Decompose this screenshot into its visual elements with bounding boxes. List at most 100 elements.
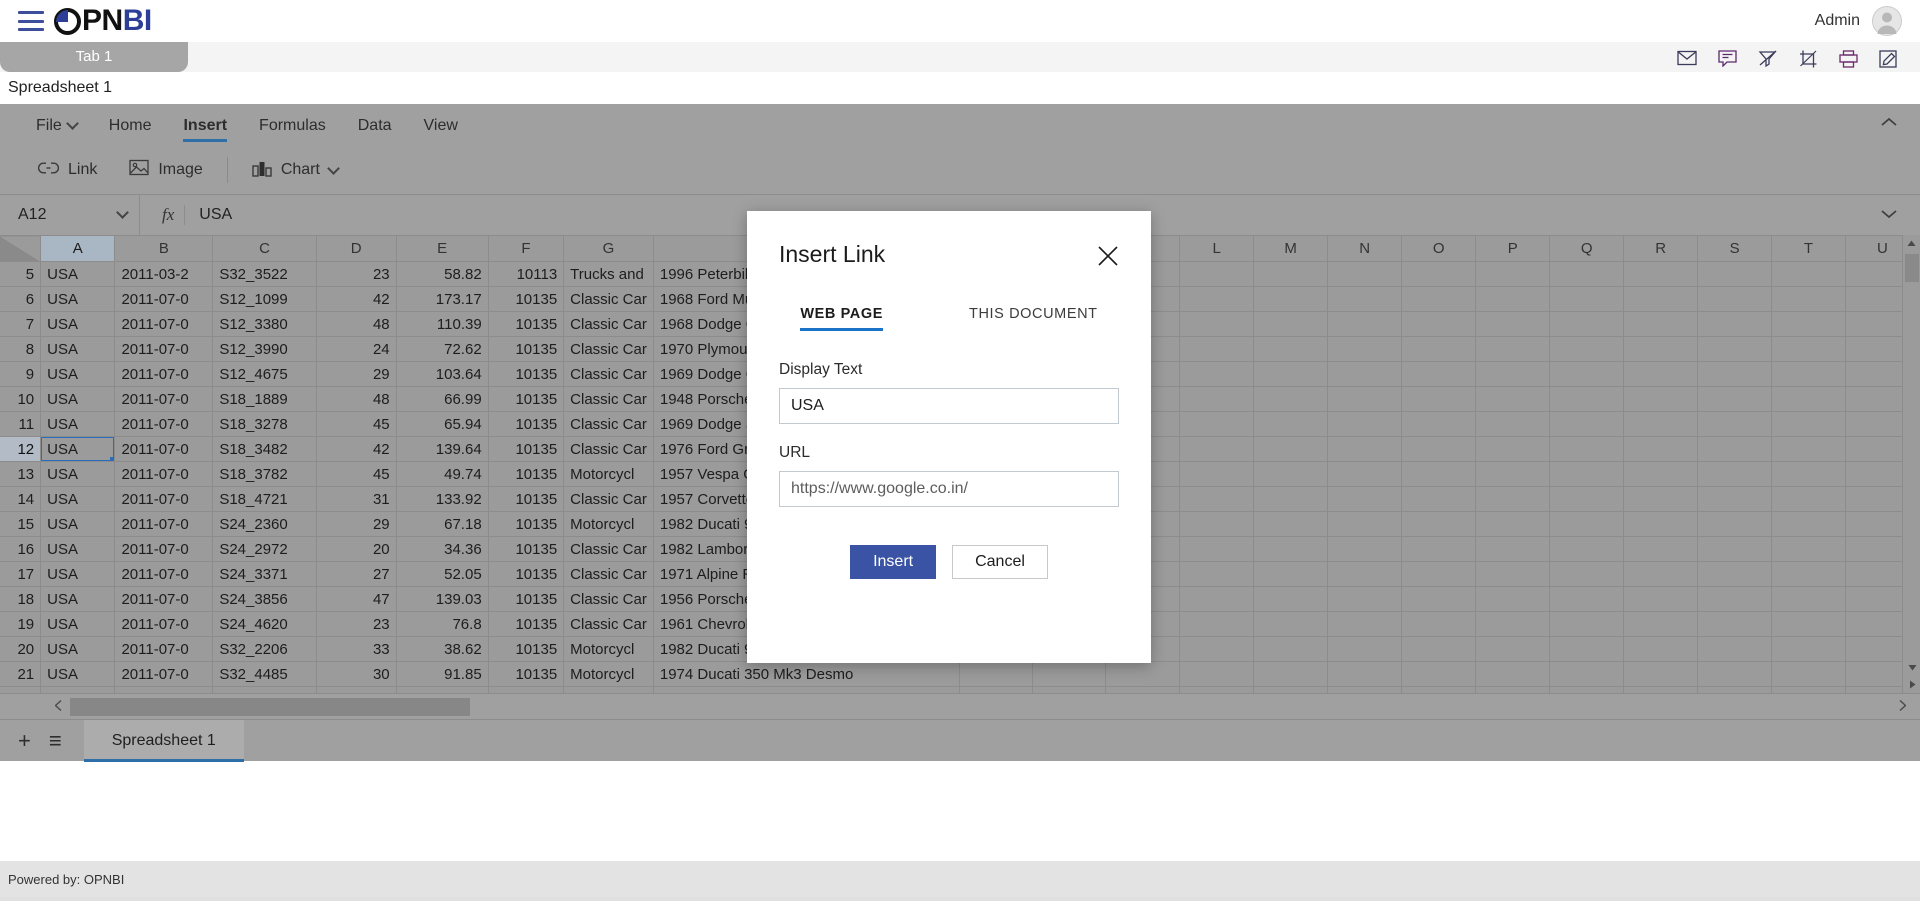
cell-T19[interactable] xyxy=(1771,611,1846,637)
cell-F12[interactable]: 10135 xyxy=(488,436,565,462)
cell-E13[interactable]: 49.74 xyxy=(396,461,489,487)
cell-C19[interactable]: S24_4620 xyxy=(212,611,317,637)
cell-P5[interactable] xyxy=(1475,261,1551,287)
cell-G5[interactable]: Trucks and xyxy=(563,261,654,287)
cell-N11[interactable] xyxy=(1327,411,1403,437)
cell-P13[interactable] xyxy=(1475,461,1551,487)
column-header-b[interactable]: B xyxy=(114,235,214,262)
cell-C5[interactable]: S32_3522 xyxy=(212,261,317,287)
cell-L20[interactable] xyxy=(1179,636,1255,662)
cell-Q11[interactable] xyxy=(1549,411,1625,437)
cell-Q18[interactable] xyxy=(1549,586,1625,612)
cell-S7[interactable] xyxy=(1697,311,1773,337)
cell-L9[interactable] xyxy=(1179,361,1255,387)
cell-P9[interactable] xyxy=(1475,361,1551,387)
url-input[interactable] xyxy=(779,471,1119,507)
ribbon-tab-home[interactable]: Home xyxy=(95,109,166,142)
cell-O13[interactable] xyxy=(1401,461,1477,487)
cell-N13[interactable] xyxy=(1327,461,1403,487)
cell-Q14[interactable] xyxy=(1549,486,1625,512)
cell-E14[interactable]: 133.92 xyxy=(396,486,489,512)
cell-A13[interactable]: USA xyxy=(40,461,116,487)
cell-C11[interactable]: S18_3278 xyxy=(212,411,317,437)
cell-G9[interactable]: Classic Car xyxy=(563,361,654,387)
cell-E18[interactable]: 139.03 xyxy=(396,586,489,612)
cell-M13[interactable] xyxy=(1253,461,1329,487)
cell-T9[interactable] xyxy=(1771,361,1846,387)
cell-N20[interactable] xyxy=(1327,636,1403,662)
ribbon-tab-data[interactable]: Data xyxy=(344,109,406,142)
cell-O7[interactable] xyxy=(1401,311,1477,337)
select-all-corner[interactable] xyxy=(0,235,42,262)
cell-B18[interactable]: 2011-07-0 xyxy=(114,586,214,612)
table-row[interactable]: 21 USA 2011-07-0 S32_4485 30 91.85 10135 Motorc… xyxy=(0,661,1920,687)
cell-D16[interactable]: 20 xyxy=(316,536,397,562)
cell-T14[interactable] xyxy=(1771,486,1846,512)
cell-A9[interactable]: USA xyxy=(40,361,116,387)
cell-B10[interactable]: 2011-07-0 xyxy=(114,386,214,412)
cell-T6[interactable] xyxy=(1771,286,1846,312)
cell-B7[interactable]: 2011-07-0 xyxy=(114,311,214,337)
cell-T15[interactable] xyxy=(1771,511,1846,537)
row-header-14[interactable]: 14 xyxy=(0,486,42,512)
column-header-m[interactable]: M xyxy=(1253,235,1329,262)
cell-C18[interactable]: S24_3856 xyxy=(212,586,317,612)
cell-A10[interactable]: USA xyxy=(40,386,116,412)
cell-B6[interactable]: 2011-07-0 xyxy=(114,286,214,312)
cell-B8[interactable]: 2011-07-0 xyxy=(114,336,214,362)
cell-R14[interactable] xyxy=(1623,486,1699,512)
cell-S17[interactable] xyxy=(1697,561,1773,587)
cell-Q5[interactable] xyxy=(1549,261,1625,287)
cell-L7[interactable] xyxy=(1179,311,1255,337)
cell-N21[interactable] xyxy=(1327,661,1403,687)
row-header-17[interactable]: 17 xyxy=(0,561,42,587)
row-header-9[interactable]: 9 xyxy=(0,361,42,387)
cell-F7[interactable]: 10135 xyxy=(488,311,565,337)
cell-P8[interactable] xyxy=(1475,336,1551,362)
cell-B15[interactable]: 2011-07-0 xyxy=(114,511,214,537)
column-header-r[interactable]: R xyxy=(1623,235,1699,262)
cell-N9[interactable] xyxy=(1327,361,1403,387)
cell-A21[interactable]: USA xyxy=(40,661,116,687)
cell-G8[interactable]: Classic Car xyxy=(563,336,654,362)
cell-R7[interactable] xyxy=(1623,311,1699,337)
cell-B14[interactable]: 2011-07-0 xyxy=(114,486,214,512)
cell-T21[interactable] xyxy=(1771,661,1846,687)
column-header-d[interactable]: D xyxy=(316,235,397,262)
cell-P10[interactable] xyxy=(1475,386,1551,412)
crop-icon[interactable] xyxy=(1799,50,1818,68)
cell-D14[interactable]: 31 xyxy=(316,486,397,512)
cell-R11[interactable] xyxy=(1623,411,1699,437)
column-header-n[interactable]: N xyxy=(1327,235,1403,262)
cell-O5[interactable] xyxy=(1401,261,1477,287)
formula-expand-button[interactable] xyxy=(1880,206,1898,224)
cell-G15[interactable]: Motorcycl xyxy=(563,511,654,537)
cell-F21[interactable]: 10135 xyxy=(488,661,565,687)
cell-L15[interactable] xyxy=(1179,511,1255,537)
cell-M19[interactable] xyxy=(1253,611,1329,637)
cell-R5[interactable] xyxy=(1623,261,1699,287)
row-header-6[interactable]: 6 xyxy=(0,286,42,312)
cell-L19[interactable] xyxy=(1179,611,1255,637)
cell-O6[interactable] xyxy=(1401,286,1477,312)
cell-T17[interactable] xyxy=(1771,561,1846,587)
cell-D10[interactable]: 48 xyxy=(316,386,397,412)
cell-P20[interactable] xyxy=(1475,636,1551,662)
cell-O20[interactable] xyxy=(1401,636,1477,662)
cell-K21[interactable] xyxy=(1105,661,1181,687)
cell-F19[interactable]: 10135 xyxy=(488,611,565,637)
cell-C12[interactable]: S18_3482 xyxy=(212,436,317,462)
cancel-button[interactable]: Cancel xyxy=(952,545,1048,579)
cell-E6[interactable]: 173.17 xyxy=(396,286,489,312)
cell-C21[interactable]: S32_4485 xyxy=(212,661,317,687)
row-header-15[interactable]: 15 xyxy=(0,511,42,537)
cell-T18[interactable] xyxy=(1771,586,1846,612)
cell-A8[interactable]: USA xyxy=(40,336,116,362)
cell-N18[interactable] xyxy=(1327,586,1403,612)
cell-S12[interactable] xyxy=(1697,436,1773,462)
column-header-c[interactable]: C xyxy=(212,235,317,262)
cell-S15[interactable] xyxy=(1697,511,1773,537)
name-box[interactable]: A12 xyxy=(0,194,140,236)
sheet-list-button[interactable]: ≡ xyxy=(49,729,62,752)
cell-T10[interactable] xyxy=(1771,386,1846,412)
